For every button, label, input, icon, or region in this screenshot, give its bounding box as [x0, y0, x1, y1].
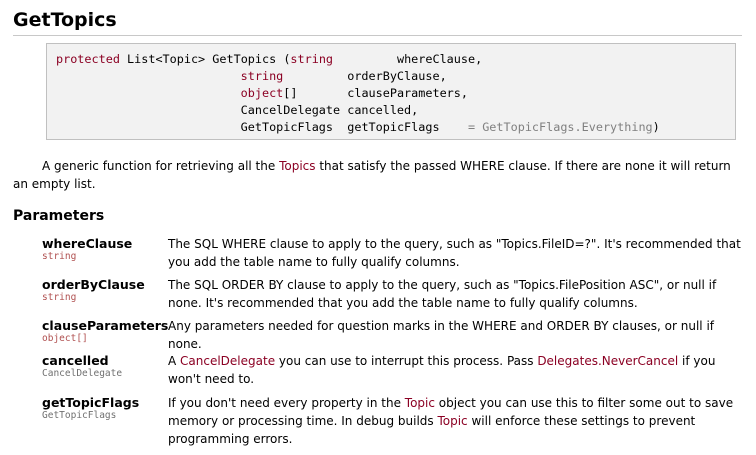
code-param-name: orderByClause [347, 69, 440, 83]
parameters-heading: Parameters [13, 208, 105, 224]
topic-link[interactable]: Topic [437, 414, 467, 428]
page-title: GetTopics [13, 9, 117, 31]
code-param-suffix: ) [652, 120, 660, 134]
code-param-suffix: , [475, 52, 483, 66]
parameter-type: object[] [42, 333, 88, 344]
parameter-type: string [42, 251, 77, 262]
code-param-name: cancelled [347, 103, 412, 117]
code-param-name: clauseParameters [347, 86, 461, 100]
code-return-type: List<Topic> [127, 52, 206, 66]
description-text: A [168, 354, 181, 368]
parameter-type: CancelDelegate [42, 368, 123, 379]
code-param-suffix: , [411, 103, 419, 117]
code-param-type: string [240, 69, 284, 83]
parameter-type: string [42, 292, 77, 303]
parameter-type: GetTopicFlags [42, 410, 117, 421]
parameter-name: getTopicFlags [42, 395, 140, 410]
parameter-description: The SQL WHERE clause to apply to the que… [168, 237, 741, 269]
title-divider [13, 35, 742, 36]
parameter-description: Any parameters needed for question marks… [168, 319, 714, 351]
never-cancel-link[interactable]: Delegates.NeverCancel [537, 354, 678, 368]
cancel-delegate-link[interactable]: CancelDelegate [180, 354, 275, 368]
code-param-type: GetTopicFlags [240, 120, 334, 134]
parameter-name: cancelled [42, 353, 109, 368]
code-param-type: object [240, 86, 284, 100]
function-description: A generic function for retrieving all th… [13, 157, 743, 193]
parameter-description: A CancelDelegate you can use to interrup… [168, 352, 743, 388]
code-param-suffix: , [460, 86, 468, 100]
parameter-description: The SQL ORDER BY clause to apply to the … [168, 278, 717, 310]
code-param-name: whereClause [396, 52, 476, 66]
code-keyword-protected: protected [56, 52, 120, 66]
code-param-default: = GetTopicFlags.Everything [468, 120, 653, 134]
parameter-name: clauseParameters [42, 318, 169, 333]
code-signature-box: protected List<Topic> GetTopics (string … [46, 43, 736, 140]
description-text: A generic function for retrieving all th… [42, 159, 280, 173]
code-param-name: getTopicFlags [347, 120, 440, 134]
parameter-name: orderByClause [42, 277, 145, 292]
description-text: If you don't need every property in the [168, 396, 405, 410]
topic-link[interactable]: Topic [405, 396, 435, 410]
code-method-name: GetTopics [212, 52, 277, 66]
description-text: you can use to interrupt this process. P… [275, 354, 538, 368]
topics-link[interactable]: Topics [279, 159, 315, 173]
code-signature: protected List<Topic> GetTopics (string … [56, 51, 660, 136]
parameter-name: whereClause [42, 236, 133, 251]
code-param-type-suffix: [] [283, 86, 298, 100]
parameter-description: If you don't need every property in the … [168, 394, 743, 448]
code-param-type: string [290, 52, 334, 66]
code-param-type: CancelDelegate [240, 103, 341, 117]
code-param-suffix: , [439, 69, 447, 83]
